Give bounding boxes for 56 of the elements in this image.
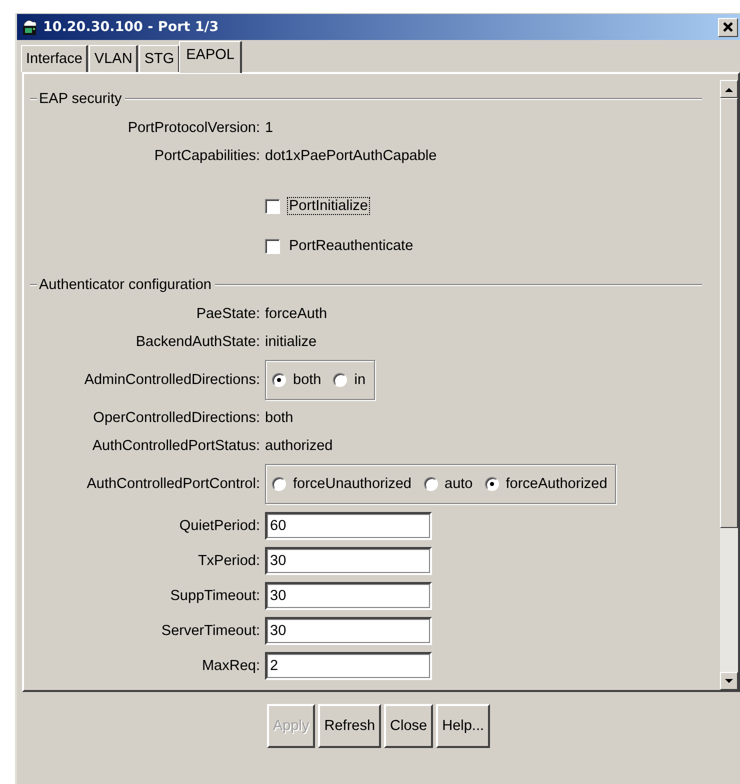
- field-label: OperControlledDirections:: [92, 410, 261, 426]
- input-field[interactable]: 60: [265, 512, 432, 540]
- tab[interactable]: Interface: [21, 45, 88, 72]
- input-field[interactable]: 30: [265, 582, 432, 610]
- scrollbar-thumb[interactable]: [720, 98, 738, 528]
- tab[interactable]: VLAN: [89, 45, 138, 72]
- radio-button[interactable]: [272, 373, 286, 387]
- field-label: MaxReq:: [200, 658, 261, 674]
- field-value: initialize: [265, 334, 317, 350]
- field-label: TxPeriod:: [196, 552, 261, 568]
- field-label: PortCapabilities:: [153, 148, 261, 164]
- field-label: SuppTimeout:: [169, 588, 261, 604]
- input-field[interactable]: 30: [265, 616, 432, 644]
- radio-button[interactable]: [272, 477, 286, 491]
- radio-label[interactable]: auto: [444, 476, 473, 492]
- field-value: authorized: [265, 438, 333, 454]
- checkbox-label[interactable]: PortInitialize: [287, 197, 370, 215]
- radio-button[interactable]: [333, 373, 348, 387]
- field-value: 1: [265, 120, 274, 136]
- radio-label[interactable]: in: [354, 372, 366, 388]
- field-label: AuthControlledPortControl:: [86, 476, 261, 492]
- radio-button[interactable]: [484, 477, 499, 491]
- radio-label[interactable]: forceUnauthorized: [293, 476, 412, 492]
- down-arrow-icon: [725, 678, 733, 684]
- radio-label[interactable]: both: [293, 372, 322, 388]
- checkbox-label[interactable]: PortReauthenticate: [287, 237, 416, 255]
- field-value: forceAuth: [265, 306, 328, 322]
- field-label: AdminControlledDirections:: [83, 372, 261, 388]
- field-value: dot1xPaePortAuthCapable: [265, 148, 437, 164]
- field-label: QuietPeriod:: [178, 518, 261, 534]
- field-label: PaeState:: [195, 306, 261, 322]
- dialog-button[interactable]: Refresh: [318, 704, 382, 748]
- field-label: AuthControlledPortStatus:: [91, 438, 261, 454]
- radio-button[interactable]: [424, 477, 438, 491]
- window-title: 10.20.30.100 - Port 1/3: [43, 19, 220, 35]
- app-icon: [20, 18, 39, 36]
- dialog-button[interactable]: Close: [384, 704, 434, 748]
- field-label: PortProtocolVersion:: [126, 120, 261, 136]
- radio-label[interactable]: forceAuthorized: [506, 476, 608, 492]
- dialog-button[interactable]: Help...: [436, 704, 490, 748]
- checkbox[interactable]: [265, 198, 280, 214]
- input-field[interactable]: 2: [265, 652, 432, 680]
- tab[interactable]: STG: [139, 45, 180, 72]
- scroll-up-button[interactable]: [720, 80, 738, 98]
- group-title: EAP security: [39, 91, 122, 107]
- group-title: Authenticator configuration: [39, 277, 212, 293]
- close-icon: [722, 21, 734, 33]
- field-value: both: [265, 410, 294, 426]
- checkbox[interactable]: [265, 238, 280, 254]
- scroll-down-button[interactable]: [720, 672, 738, 690]
- up-arrow-icon: [725, 86, 733, 92]
- field-label: ServerTimeout:: [160, 622, 261, 638]
- field-label: BackendAuthState:: [134, 334, 261, 350]
- tab[interactable]: EAPOL: [179, 41, 242, 73]
- input-field[interactable]: 30: [265, 546, 432, 574]
- close-button[interactable]: [718, 18, 738, 36]
